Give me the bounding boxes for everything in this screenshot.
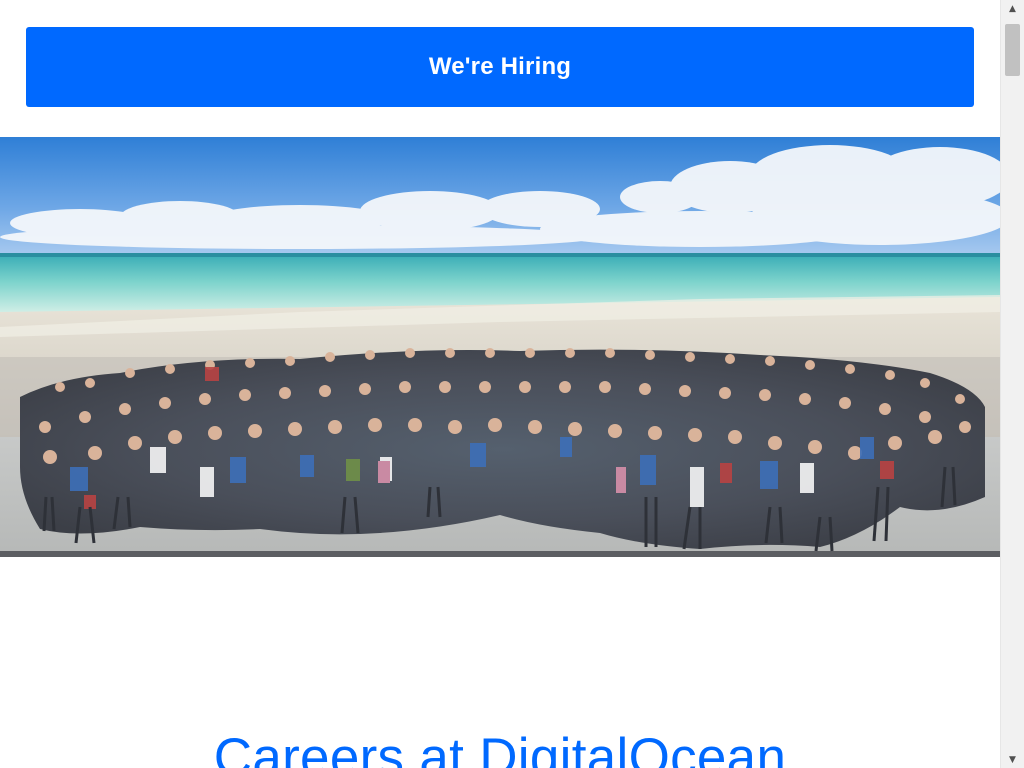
page: We're Hiring Careers at DigitalOcean — [0, 0, 1000, 768]
triangle-up-icon[interactable]: ▲ — [1001, 0, 1024, 17]
careers-title: Careers at DigitalOcean — [213, 728, 787, 768]
hero-photo-illustration — [0, 137, 1000, 557]
vertical-scrollbar[interactable]: ▲ ▼ — [1000, 0, 1024, 768]
triangle-down-icon[interactable]: ▼ — [1001, 751, 1024, 768]
hero-group-photo — [0, 137, 1000, 557]
were-hiring-button[interactable]: We're Hiring — [26, 27, 974, 107]
scrollbar-thumb[interactable] — [1005, 24, 1020, 76]
